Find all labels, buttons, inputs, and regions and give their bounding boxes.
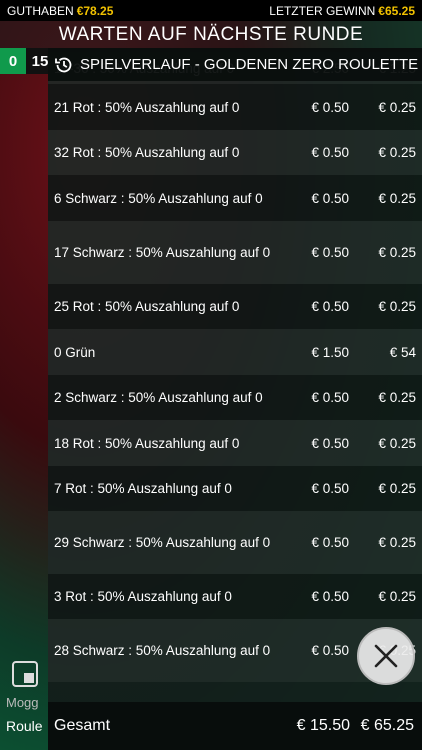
history-row-stake: € 0.50 [311,435,349,451]
history-row-desc: 25 Rot : 50% Auszahlung auf 0 [54,299,240,314]
history-row-desc: 0 Grün [54,344,96,360]
history-row-win: € 0.25 [378,390,416,405]
history-row-stake: € 0.50 [311,643,349,658]
history-row-desc: 28 Schwarz : 50% Auszahlung auf 0 [54,643,271,658]
history-row-stake: € 0.50 [311,99,349,115]
history-row-desc: 18 Rot : 50% Auszahlung auf 0 [54,435,240,451]
history-row-desc: 6 Schwarz : 50% Auszahlung auf 0 [54,190,263,206]
history-row-stake: € 0.50 [311,299,349,314]
history-row: 6 Schwarz : 50% Auszahlung auf 0 € 0.50 € … [48,175,422,221]
history-row-win: € 0.25 [378,299,416,314]
history-row: 0 Grün € 1.50 € 54 [48,329,422,375]
last-win: LETZTER GEWINN €65.25 [269,4,415,18]
history-row-stake: € 0.50 [311,481,349,496]
history-row: 3 Rot : 50% Auszahlung auf 0 € 0.50 € 0.25 [48,574,422,619]
game-window-icon[interactable] [12,661,38,687]
history-row-stake: € 0.50 [311,535,349,550]
history-row: 2 Schwarz : 50% Auszahlung auf 0 € 0.50 € … [48,375,422,420]
history-row-desc: 32 Rot : 50% Auszahlung auf 0 [54,145,240,160]
game-switcher[interactable]: Mogg Roule [0,655,48,734]
history-row-win: € 0.25 [378,99,416,115]
history-icon [55,57,72,72]
history-row-stake: € 0.50 [311,145,349,160]
history-row-stake: € 0.50 [311,190,349,206]
history-row-desc: 7 Rot : 50% Auszahlung auf 0 [54,481,232,496]
history-title: SPIELVERLAUF - GOLDENEN ZERO ROULETTE [80,56,419,73]
balance-value: €78.25 [76,3,114,18]
history-row-stake: € 0.50 [311,390,349,405]
history-row: 17 Schwarz : 50% Auszahlung auf 0 € 0.50 €… [48,221,422,284]
history-row-desc: 21 Rot : 50% Auszahlung auf 0 [54,99,240,115]
balance-bar: GUTHABEN €78.25 LETZTER GEWINN €65.25 [0,0,422,21]
close-icon [374,644,398,668]
history-row-win: € 0.25 [378,145,416,160]
history-row-stake: € 0.50 [311,589,349,604]
total-label: Gesamt [54,717,111,734]
history-row: 18 Rot : 50% Auszahlung auf 0 € 0.50 € 0.2… [48,420,422,466]
history-row-desc: 3 Rot : 50% Auszahlung auf 0 [54,589,232,604]
last-win-value: €65.25 [378,3,415,18]
total-stake: € 15.50 [296,717,350,734]
history-row-win: € 0.25 [378,589,416,604]
round-status: WARTEN AUF NÄCHSTE RUNDE [0,21,422,48]
balance-label: GUTHABEN [7,3,74,18]
last-win-label: LETZTER GEWINN [269,3,376,18]
close-button[interactable] [357,627,415,685]
history-row-win: € 0.25 [378,535,416,550]
history-row-stake: € 1.50 [311,344,349,360]
history-row: 7 Rot : 50% Auszahlung auf 0 € 0.50 € 0.25 [48,466,422,511]
total-win: € 65.25 [360,717,414,734]
history-row: 32 Rot : 50% Auszahlung auf 0 € 0.50 € 0.2… [48,130,422,175]
history-row: 29 Schwarz : 50% Auszahlung auf 0 € 0.50 €… [48,511,422,574]
history-row-win: € 0.25 [378,190,416,206]
balance: GUTHABEN €78.25 [7,4,113,18]
history-row-win: € 0.25 [378,481,416,496]
history-row-stake: € 0.50 [311,245,349,260]
history-row-win: € 54 [389,344,416,360]
history-row: 21 Rot : 50% Auszahlung auf 0 € 0.50 € 0.2… [48,84,422,130]
recent-results: 0 15 [0,48,54,74]
history-row: 25 Rot : 50% Auszahlung auf 0 € 0.50 € 0.2… [48,284,422,329]
history-header: SPIELVERLAUF - GOLDENEN ZERO ROULETTE [48,48,422,81]
history-row-win: € 0.25 [378,435,416,451]
recent-result-green: 0 [0,48,26,74]
game-screen: GUTHABEN €78.25 LETZTER GEWINN €65.25 WART… [0,0,422,750]
history-list[interactable]: 19-36 : 50% Auszahlung auf 0€ 2.50€ 1.25… [48,52,422,682]
history-row-desc: 2 Schwarz : 50% Auszahlung auf 0 [54,390,263,405]
history-row-desc: 29 Schwarz : 50% Auszahlung auf 0 [54,535,271,550]
history-row-win: € 0.25 [378,245,416,260]
game-name-line2: Roule [6,718,43,734]
history-row-desc: 17 Schwarz : 50% Auszahlung auf 0 [54,245,271,260]
game-name-line1: Mogg [6,695,39,710]
history-total-row: Gesamt € 15.50 € 65.25 [48,702,422,750]
